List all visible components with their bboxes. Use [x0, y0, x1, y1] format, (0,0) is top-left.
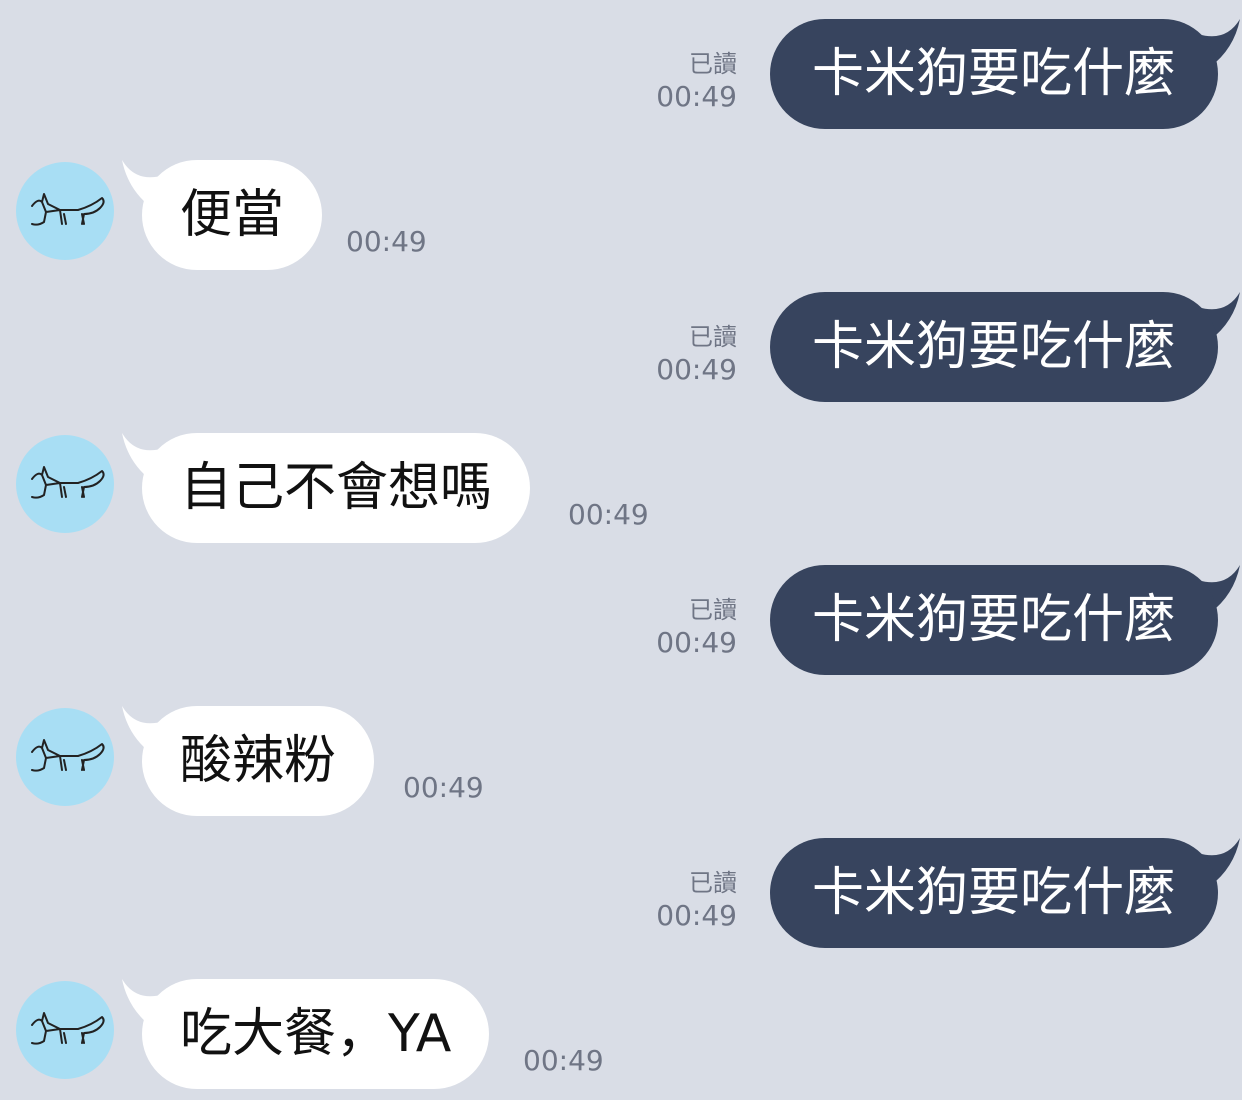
message-bubble-incoming[interactable]: 便當: [142, 160, 323, 270]
message-bubble-incoming[interactable]: 酸辣粉: [142, 706, 375, 816]
message-row-outgoing: 已讀 00:49 卡米狗要吃什麼: [0, 838, 1242, 950]
message-bubble-outgoing[interactable]: 卡米狗要吃什麼: [769, 292, 1218, 402]
message-time: 00:49: [523, 1044, 604, 1077]
read-receipt: 已讀: [689, 50, 737, 78]
message-time: 00:49: [656, 353, 737, 386]
message-row-incoming: 便當 00:49: [0, 160, 1242, 272]
read-receipt: 已讀: [689, 323, 737, 351]
read-receipt: 已讀: [689, 869, 737, 897]
message-bubble-outgoing[interactable]: 卡米狗要吃什麼: [769, 19, 1218, 129]
message-bubble-incoming[interactable]: 自己不會想嗎: [142, 433, 531, 543]
read-receipt: 已讀: [689, 596, 737, 624]
message-time: 00:49: [656, 899, 737, 932]
fox-icon: [31, 466, 105, 499]
message-meta: 已讀 00:49: [656, 595, 737, 661]
message-time: 00:49: [656, 626, 737, 659]
message-meta: 已讀 00:49: [656, 49, 737, 115]
message-time: 00:49: [656, 80, 737, 113]
message-row-incoming: 吃大餐，YA 00:49: [0, 979, 1242, 1091]
message-row-outgoing: 已讀 00:49 卡米狗要吃什麼: [0, 292, 1242, 404]
message-meta: 已讀 00:49: [656, 322, 737, 388]
fox-icon: [31, 193, 105, 226]
contact-avatar[interactable]: [16, 162, 114, 260]
message-row-incoming: 自己不會想嗎 00:49: [0, 433, 1242, 545]
message-row-incoming: 酸辣粉 00:49: [0, 706, 1242, 818]
message-bubble-incoming[interactable]: 吃大餐，YA: [142, 979, 490, 1089]
fox-icon: [31, 1012, 105, 1045]
message-time: 00:49: [568, 498, 649, 531]
message-time: 00:49: [403, 771, 484, 804]
message-time: 00:49: [346, 225, 427, 258]
message-bubble-outgoing[interactable]: 卡米狗要吃什麼: [769, 565, 1218, 675]
message-row-outgoing: 已讀 00:49 卡米狗要吃什麼: [0, 19, 1242, 131]
message-row-outgoing: 已讀 00:49 卡米狗要吃什麼: [0, 565, 1242, 677]
fox-icon: [31, 739, 105, 772]
contact-avatar[interactable]: [16, 708, 114, 806]
contact-avatar[interactable]: [16, 435, 114, 533]
message-meta: 已讀 00:49: [656, 868, 737, 934]
chat-area: 已讀 00:49 卡米狗要吃什麼 便當 00:49 已讀 00:49 卡米狗要吃…: [0, 0, 1242, 1100]
contact-avatar[interactable]: [16, 981, 114, 1079]
message-bubble-outgoing[interactable]: 卡米狗要吃什麼: [769, 838, 1218, 948]
